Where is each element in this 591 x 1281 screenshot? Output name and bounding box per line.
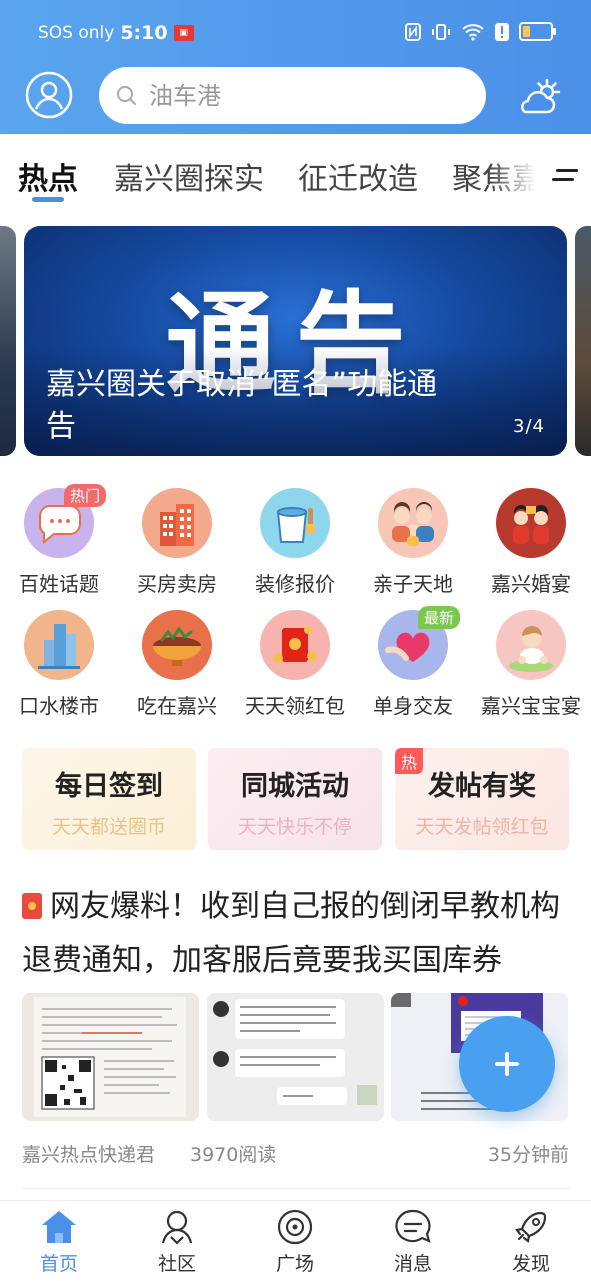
battery-icon <box>519 22 556 41</box>
hot-badge: 热门 <box>63 484 106 507</box>
banner-carousel[interactable]: 通告 嘉兴圈关于取消“匿名”功能通告 3/4 <box>24 226 567 456</box>
nav-discover[interactable]: 发现 <box>472 1207 590 1276</box>
baby-icon <box>496 610 566 680</box>
skyscraper-icon <box>24 610 94 680</box>
chat-bubble-icon: 热门 <box>24 484 106 558</box>
nav-plaza[interactable]: 广场 <box>236 1207 354 1276</box>
tab-hot[interactable]: 热点 <box>18 154 78 198</box>
card-subtitle: 天天都送圈币 <box>51 816 166 838</box>
grid-item-food[interactable]: 吃在嘉兴 <box>118 610 236 719</box>
tab-jiaxing-explore[interactable]: 嘉兴圈探实 <box>114 154 264 198</box>
red-packet-icon <box>260 610 330 680</box>
banner-next-peek[interactable] <box>575 226 591 456</box>
card-subtitle: 天天快乐不停 <box>237 816 352 838</box>
article-title[interactable]: 网友爆料！收到自己报的倒闭早教机构退费通知，加客服后竟要我买国库券 <box>22 880 570 988</box>
status-left: SOS only 5:10 ▣ <box>38 22 194 44</box>
alert-icon <box>495 22 509 41</box>
grid-item-dating[interactable]: 最新 单身交友 <box>354 606 472 719</box>
article-time: 35分钟前 <box>487 1144 569 1166</box>
new-badge: 最新 <box>417 606 460 629</box>
nav-label: 社区 <box>157 1253 196 1275</box>
carrier-text: SOS only <box>38 23 115 43</box>
grid-item-topics[interactable]: 热门 百姓话题 <box>0 484 118 597</box>
heart-hands-icon: 最新 <box>378 606 460 680</box>
grid-label: 嘉兴婚宴 <box>491 572 571 596</box>
community-icon <box>161 1210 193 1245</box>
grid-item-family[interactable]: 亲子天地 <box>354 488 472 597</box>
grid-item-decoration[interactable]: 装修报价 <box>236 488 354 597</box>
card-city-events[interactable]: 同城活动 天天快乐不停 <box>208 748 382 850</box>
tab-menu-icon[interactable] <box>552 167 578 187</box>
active-tab-indicator <box>32 197 64 202</box>
document-photo-icon <box>22 993 199 1121</box>
bottom-nav: 首页 社区 广场 消息 发现 <box>0 1200 591 1281</box>
battery-level <box>523 26 530 37</box>
building-icon <box>142 488 212 558</box>
category-tabs: 热点 嘉兴圈探实 征迁改造 聚焦嘉 <box>0 134 591 210</box>
article-author[interactable]: 嘉兴热点快递君 <box>22 1140 155 1167</box>
nav-label: 广场 <box>275 1253 314 1275</box>
grid-item-property-talk[interactable]: 口水楼市 <box>0 610 118 719</box>
paint-bucket-icon <box>260 488 330 558</box>
hot-tag: 热 <box>395 748 424 774</box>
home-icon <box>42 1211 76 1243</box>
banner-prev-peek[interactable] <box>0 226 16 456</box>
grid-item-baby-banquet[interactable]: 嘉兴宝宝宴 <box>472 610 590 719</box>
red-envelope-icon <box>22 893 42 919</box>
status-right <box>405 22 556 41</box>
grid-item-red-packet[interactable]: 天天领红包 <box>236 610 354 719</box>
article-image-notice[interactable] <box>22 993 199 1121</box>
search-input[interactable] <box>147 80 471 111</box>
chat-screenshot-icon <box>207 993 384 1121</box>
status-bar: SOS only 5:10 ▣ <box>0 0 591 66</box>
family-icon <box>378 488 448 558</box>
grid-label: 装修报价 <box>255 572 335 596</box>
grid-label: 亲子天地 <box>373 572 453 596</box>
nav-community[interactable]: 社区 <box>118 1207 236 1276</box>
search-icon <box>117 85 136 105</box>
grid-label: 单身交友 <box>373 694 453 718</box>
grid-label: 嘉兴宝宝宴 <box>481 694 581 718</box>
user-avatar-icon[interactable] <box>25 71 73 119</box>
grid-label: 天天领红包 <box>245 694 345 718</box>
article-image-chat[interactable] <box>207 993 384 1121</box>
add-post-button[interactable] <box>459 1016 555 1112</box>
article-views: 3970阅读 <box>190 1144 277 1166</box>
grid-item-real-estate[interactable]: 买房卖房 <box>118 488 236 597</box>
clock: 5:10 <box>120 22 168 44</box>
nav-home[interactable]: 首页 <box>0 1207 118 1276</box>
grid-item-wedding[interactable]: 嘉兴婚宴 <box>472 488 590 597</box>
card-title: 每日签到 <box>55 771 163 802</box>
card-subtitle: 天天发帖领红包 <box>415 816 549 838</box>
nav-label: 发现 <box>511 1253 550 1275</box>
nfc-icon <box>405 22 421 41</box>
grid-label: 买房卖房 <box>137 572 217 596</box>
nav-messages[interactable]: 消息 <box>354 1207 472 1276</box>
card-title: 同城活动 <box>241 771 349 802</box>
article-title-text: 网友爆料！收到自己报的倒闭早教机构退费通知，加客服后竟要我买国库券 <box>22 889 560 978</box>
wifi-icon <box>462 23 484 41</box>
nav-label: 首页 <box>39 1253 78 1275</box>
wedding-couple-icon <box>496 488 566 558</box>
weather-icon[interactable] <box>515 78 563 118</box>
nav-label: 消息 <box>393 1253 432 1275</box>
message-icon <box>395 1209 431 1243</box>
card-post-reward[interactable]: 发帖有奖 天天发帖领红包 热 <box>395 748 569 850</box>
grid-label: 口水楼市 <box>19 694 99 718</box>
hotpot-icon <box>142 610 212 680</box>
app-header: SOS only 5:10 ▣ <box>0 0 591 134</box>
tab-relocation[interactable]: 征迁改造 <box>298 154 418 198</box>
card-daily-checkin[interactable]: 每日签到 天天都送圈币 <box>22 748 196 850</box>
rocket-icon <box>515 1211 547 1243</box>
grid-label: 吃在嘉兴 <box>137 694 217 718</box>
plaza-icon <box>277 1209 313 1245</box>
notification-badge-icon: ▣ <box>173 25 194 41</box>
banner-title: 嘉兴圈关于取消“匿名”功能通告 <box>46 367 438 444</box>
vibrate-icon <box>432 23 450 40</box>
divider <box>22 1188 570 1189</box>
grid-label: 百姓话题 <box>19 572 99 596</box>
banner-counter: 3/4 <box>513 416 545 437</box>
search-bar[interactable] <box>99 67 486 124</box>
